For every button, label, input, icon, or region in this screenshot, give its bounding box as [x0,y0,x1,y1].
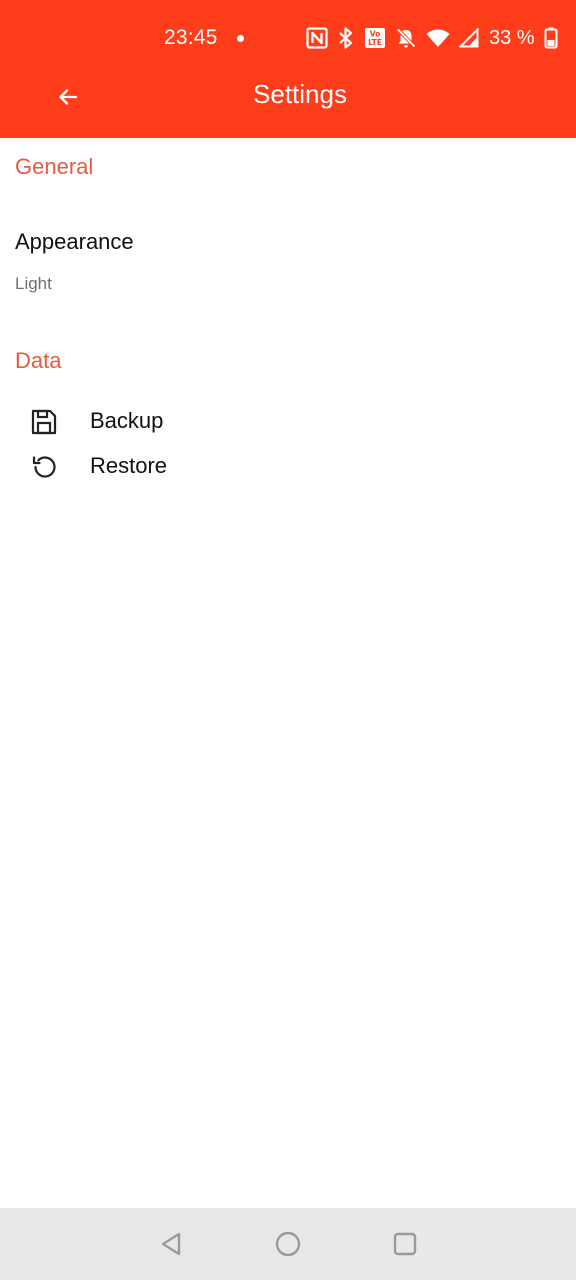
volte-icon: Vo LTE [365,28,385,48]
appearance-preference[interactable]: Appearance Light [0,208,576,308]
backup-label: Backup [90,408,164,433]
status-bar: 23:45 Vo LTE 33 % [0,0,576,76]
battery-icon [544,27,558,49]
restore-label: Restore [90,453,168,478]
home-circle-icon [275,1231,301,1257]
appearance-summary: Light [15,274,52,293]
nfc-icon [306,27,328,49]
battery-percentage: 33 % [489,26,535,49]
restore-icon [32,456,56,478]
svg-text:LTE: LTE [368,38,382,47]
nav-recents-button[interactable] [387,1226,423,1262]
page-title: Settings [253,79,347,109]
back-triangle-icon [161,1232,181,1256]
backup-item[interactable]: Backup [0,400,576,444]
appearance-title: Appearance [15,229,134,254]
restore-item[interactable]: Restore [0,445,576,489]
bell-off-icon [396,28,416,48]
app-bar: Settings [0,76,576,138]
notification-dot-icon [237,35,244,42]
status-time: 23:45 [164,26,218,49]
wifi-icon [426,29,450,47]
recents-square-icon [393,1232,417,1256]
bluetooth-icon [339,27,353,49]
navigation-bar [0,1208,576,1280]
section-header-general: General [15,154,94,179]
floppy-disk-icon [31,409,57,435]
nav-back-button[interactable] [154,1226,190,1262]
settings-screen: 23:45 Vo LTE 33 % Settings General Appea… [0,0,576,1280]
header: 23:45 Vo LTE 33 % Settings [0,0,576,138]
section-header-data: Data [15,348,62,373]
status-icons: Vo LTE 33 % [306,26,558,50]
signal-icon [459,28,479,48]
nav-home-button[interactable] [270,1226,306,1262]
